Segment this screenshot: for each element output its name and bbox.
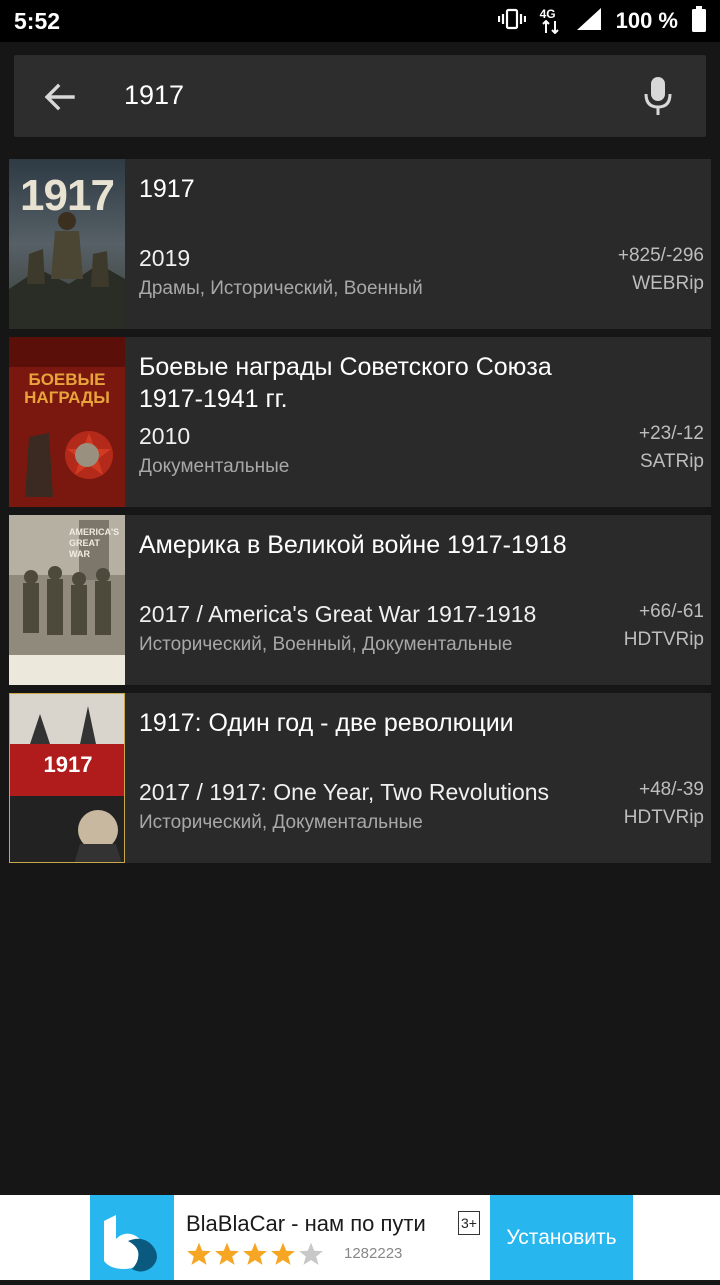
- seeders-leechers: +66/-61: [639, 601, 704, 622]
- star-icon: [215, 1242, 239, 1265]
- poster-image: 1917: [9, 159, 125, 329]
- back-button[interactable]: [40, 77, 80, 117]
- results-list: 1917 1917 2019 Драмы, Исторический, Воен…: [9, 159, 711, 871]
- result-year: 2017 / America's Great War 1917-1918: [139, 601, 537, 627]
- poster-image: БОЕВЫЕ НАГРАДЫ: [9, 337, 125, 507]
- ad-app-name: BlaBlaCar - нам по пути: [186, 1211, 426, 1236]
- battery-icon: [692, 5, 706, 37]
- install-button[interactable]: Установить: [490, 1195, 633, 1280]
- blablacar-logo-icon: [104, 1215, 157, 1272]
- rating-count: 1282223: [344, 1245, 403, 1262]
- quality-badge: SATRip: [639, 451, 704, 472]
- network-icon: 4G: [540, 8, 562, 34]
- quality-badge: HDTVRip: [623, 629, 704, 650]
- search-bar: 1917: [14, 55, 706, 137]
- age-rating-badge: 3+: [458, 1211, 480, 1235]
- microphone-icon: [644, 77, 672, 115]
- result-card[interactable]: БОЕВЫЕ НАГРАДЫ Боевые награды Советского…: [9, 337, 711, 507]
- star-icon: [271, 1242, 295, 1265]
- battery-percent: 100 %: [615, 8, 678, 33]
- result-card[interactable]: 1917 1917: Один год - две революции 2017…: [9, 693, 711, 863]
- seeders-leechers: +23/-12: [639, 423, 704, 444]
- star-icon: [187, 1242, 211, 1265]
- voice-search-button[interactable]: [641, 75, 675, 117]
- quality-badge: HDTVRip: [623, 807, 704, 828]
- result-year: 2010: [139, 423, 191, 449]
- search-input[interactable]: 1917: [124, 80, 184, 111]
- poster-image: AMERICA'S GREAT WAR: [9, 515, 125, 685]
- star-empty-icon: [299, 1242, 323, 1265]
- poster-title: БОЕВЫЕ НАГРАДЫ: [24, 370, 110, 407]
- status-time: 5:52: [14, 8, 61, 34]
- result-genres: Документальные: [139, 456, 290, 477]
- poster-image: 1917: [9, 693, 125, 863]
- result-card[interactable]: 1917 1917 2019 Драмы, Исторический, Воен…: [9, 159, 711, 329]
- result-genres: Исторический, Документальные: [139, 812, 423, 833]
- arrow-left-icon: [44, 83, 75, 111]
- status-bar: 5:52 4G 100 %: [0, 0, 720, 42]
- result-genres: Драмы, Исторический, Военный: [139, 278, 423, 299]
- poster-title: AMERICA'S GREAT WAR: [69, 527, 120, 559]
- app-logo: [90, 1195, 174, 1280]
- vibrate-icon: [497, 8, 526, 35]
- result-title: 1917: Один год - две революции: [139, 709, 514, 737]
- poster-title: 1917: [43, 752, 93, 777]
- signal-icon: [576, 7, 602, 36]
- result-genres: Исторический, Военный, Документальные: [139, 634, 513, 655]
- rating-stars: [186, 1241, 324, 1267]
- poster-title: 1917: [20, 171, 115, 220]
- result-card[interactable]: AMERICA'S GREAT WAR Америка в Великой во…: [9, 515, 711, 685]
- seeders-leechers: +48/-39: [639, 779, 704, 800]
- status-icons: 4G 100 %: [497, 5, 706, 37]
- result-year: 2017 / 1917: One Year, Two Revolutions: [139, 779, 550, 805]
- result-year: 2019: [139, 245, 191, 271]
- result-title: 1917: [139, 175, 195, 203]
- star-icon: [243, 1242, 267, 1265]
- ad-banner[interactable]: BlaBlaCar - нам по пути 3+ 1282223 Устан…: [0, 1195, 720, 1280]
- result-title: Америка в Великой войне 1917-1918: [139, 531, 567, 559]
- result-title: Боевые награды Советского Союза 1917-194…: [139, 353, 552, 413]
- seeders-leechers: +825/-296: [617, 245, 704, 266]
- quality-badge: WEBRip: [632, 273, 704, 294]
